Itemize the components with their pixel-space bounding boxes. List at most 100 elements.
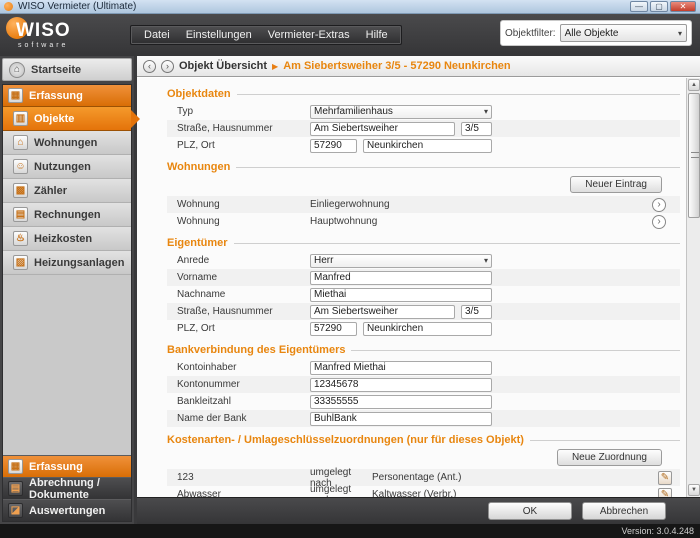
sidebar-section-label: Erfassung	[29, 90, 83, 102]
window-title: WISO Vermieter (Ultimate)	[18, 1, 630, 12]
edit-icon[interactable]: ✎	[658, 471, 672, 485]
app-window: WISO Vermieter (Ultimate) — ▢ ✕ WISO sof…	[0, 0, 700, 538]
back-icon[interactable]: ‹	[143, 60, 156, 73]
sidebar-bottom-abrechnung-dokumente[interactable]: ▤ Abrechnung / Dokumente	[3, 477, 131, 499]
menu-vermieter-extras[interactable]: Vermieter-Extras	[261, 28, 357, 42]
section-title: Wohnungen	[167, 161, 230, 173]
neue-zuordnung-button[interactable]: Neue Zuordnung	[557, 449, 662, 466]
breadcrumb-object-link[interactable]: Am Siebertsweiher 3/5 - 57290 Neunkirche…	[283, 60, 510, 72]
wohnung-row[interactable]: Wohnung Hauptwohnung ›	[167, 213, 680, 230]
content-area: ‹ › Objekt Übersicht ▶ Am Siebertsweiher…	[134, 56, 700, 524]
kostenart-row: Abwasser umgelegt nach Kaltwasser (Verbr…	[167, 486, 680, 497]
kontonummer-field[interactable]	[310, 378, 492, 392]
bank-name-field[interactable]	[310, 412, 492, 426]
sidebar-item-zaehler[interactable]: ▩ Zähler	[3, 179, 131, 203]
sidebar-item-label: Auswertungen	[29, 505, 105, 517]
sidebar-item-startseite[interactable]: ⌂ Startseite	[2, 58, 132, 81]
app-icon	[4, 2, 13, 11]
sidebar-item-label: Heizungsanlagen	[34, 257, 124, 269]
sidebar-bottom-erfassung[interactable]: ▦ Erfassung	[3, 455, 131, 477]
kostenart-name: Abwasser	[177, 489, 310, 497]
strasse-field[interactable]	[310, 122, 455, 136]
sidebar-item-rechnungen[interactable]: ▤ Rechnungen	[3, 203, 131, 227]
bankleitzahl-label: Bankleitzahl	[177, 396, 310, 407]
plz-field[interactable]	[310, 139, 357, 153]
hausnummer-field[interactable]	[461, 122, 492, 136]
sidebar-item-label: Abrechnung / Dokumente	[29, 477, 126, 501]
wohnung-row[interactable]: Wohnung Einliegerwohnung ›	[167, 196, 680, 213]
kostenart-umlage: Kaltwasser (Verbr.)	[372, 489, 658, 497]
open-wohnung-icon[interactable]: ›	[652, 198, 666, 212]
wohnung-row-value: Einliegerwohnung	[310, 199, 652, 210]
sidebar-item-heizkosten[interactable]: ♨ Heizkosten	[3, 227, 131, 251]
menu-datei[interactable]: Datei	[137, 28, 177, 42]
ok-button[interactable]: OK	[488, 502, 572, 520]
scroll-down-icon[interactable]: ▼	[688, 484, 700, 496]
wohnung-row-label: Wohnung	[177, 216, 310, 227]
window-titlebar: WISO Vermieter (Ultimate) — ▢ ✕	[0, 0, 700, 14]
sidebar-accordion: ▦ Erfassung ▥ Objekte ⌂ Wohnungen ☺ Nutz…	[2, 84, 132, 522]
sidebar-item-objekte[interactable]: ▥ Objekte	[3, 107, 131, 131]
section-title: Eigentümer	[167, 237, 228, 249]
open-wohnung-icon[interactable]: ›	[652, 215, 666, 229]
sidebar-item-wohnungen[interactable]: ⌂ Wohnungen	[3, 131, 131, 155]
dialog-footer: OK Abbrechen	[137, 497, 700, 524]
menu-einstellungen[interactable]: Einstellungen	[179, 28, 259, 42]
kontoinhaber-field[interactable]	[310, 361, 492, 375]
sidebar-item-label: Startseite	[31, 64, 81, 76]
kostenart-umlage: Personentage (Ant.)	[372, 472, 658, 483]
chevron-down-icon: ▾	[481, 256, 488, 265]
wiso-logo-subtext: software	[18, 42, 68, 49]
close-button[interactable]: ✕	[670, 1, 696, 12]
anrede-select[interactable]: Herr ▾	[310, 254, 492, 268]
menu-hilfe[interactable]: Hilfe	[359, 28, 395, 42]
scroll-up-icon[interactable]: ▲	[688, 79, 700, 91]
plz-field[interactable]	[310, 322, 357, 336]
hausnummer-field[interactable]	[461, 305, 492, 319]
heizkosten-icon: ♨	[13, 231, 28, 246]
section-kostenarten: Kostenarten- / Umlageschlüsselzuordnunge…	[167, 434, 680, 497]
objektfilter-select[interactable]: Alle Objekte ▾	[560, 24, 687, 42]
version-label: Version: 3.0.4.248	[0, 524, 700, 538]
kontonummer-label: Kontonummer	[177, 379, 310, 390]
vertical-scrollbar[interactable]: ▲ ▼	[686, 78, 700, 497]
kontoinhaber-label: Kontoinhaber	[177, 362, 310, 373]
objektfilter-box: Objektfilter: Alle Objekte ▾	[500, 20, 692, 46]
sidebar-item-label: Objekte	[34, 113, 74, 125]
plz-ort-label: PLZ, Ort	[177, 140, 310, 151]
bankleitzahl-field[interactable]	[310, 395, 492, 409]
sidebar-item-label: Nutzungen	[34, 161, 91, 173]
kostenart-mid: umgelegt nach	[310, 484, 372, 498]
sidebar-filler	[3, 275, 131, 455]
edit-icon[interactable]: ✎	[658, 488, 672, 498]
wiso-logo: WISO software	[0, 14, 120, 56]
wohnungen-icon: ⌂	[13, 135, 28, 150]
sidebar-item-nutzungen[interactable]: ☺ Nutzungen	[3, 155, 131, 179]
scrollbar-thumb[interactable]	[688, 93, 700, 218]
section-title: Kostenarten- / Umlageschlüsselzuordnunge…	[167, 434, 524, 446]
strasse-field[interactable]	[310, 305, 455, 319]
maximize-button[interactable]: ▢	[650, 1, 668, 12]
sidebar-item-heizungsanlagen[interactable]: ▨ Heizungsanlagen	[3, 251, 131, 275]
sidebar-bottom-auswertungen[interactable]: ◪ Auswertungen	[3, 499, 131, 521]
minimize-button[interactable]: —	[630, 1, 648, 12]
rechnungen-icon: ▤	[13, 207, 28, 222]
ort-field[interactable]	[363, 322, 492, 336]
sidebar-section-erfassung[interactable]: ▦ Erfassung	[3, 85, 131, 107]
section-title: Bankverbindung des Eigentümers	[167, 344, 345, 356]
sidebar-item-label: Erfassung	[29, 461, 83, 473]
ort-field[interactable]	[363, 139, 492, 153]
heizungsanlagen-icon: ▨	[13, 255, 28, 270]
forward-icon[interactable]: ›	[161, 60, 174, 73]
objektfilter-value: Alle Objekte	[565, 28, 619, 39]
wohnung-row-label: Wohnung	[177, 199, 310, 210]
app-header: WISO software Datei Einstellungen Vermie…	[0, 14, 700, 56]
vorname-field[interactable]	[310, 271, 492, 285]
typ-select[interactable]: Mehrfamilienhaus ▾	[310, 105, 492, 119]
strasse-label: Straße, Hausnummer	[177, 306, 310, 317]
nachname-field[interactable]	[310, 288, 492, 302]
abbrechen-button[interactable]: Abbrechen	[582, 502, 666, 520]
anrede-value: Herr	[314, 255, 333, 266]
neuer-eintrag-button[interactable]: Neuer Eintrag	[570, 176, 662, 193]
breadcrumb-separator-icon: ▶	[272, 62, 278, 71]
